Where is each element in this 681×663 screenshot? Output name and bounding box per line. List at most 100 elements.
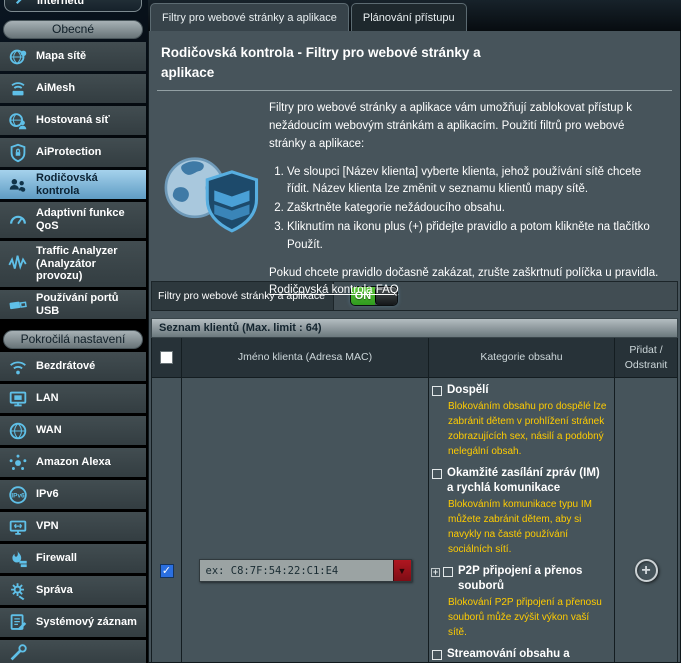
sidebar-item-aimesh[interactable]: AiMesh: [0, 74, 146, 103]
client-mac-combobox: ▼: [199, 559, 412, 582]
sidebar-item-label: Firewall: [36, 552, 77, 565]
category-label: P2P připojení a přenos souborů: [458, 564, 608, 594]
alexa-icon: [7, 452, 29, 474]
category-adult-checkbox[interactable]: [432, 386, 442, 396]
main-area: Filtry pro webové stránky a aplikace Plá…: [148, 0, 681, 663]
sidebar-item-label: Mapa sítě: [36, 50, 86, 63]
sidebar-item-vpn[interactable]: VPN: [0, 512, 146, 541]
sidebar-item-administration[interactable]: Správa: [0, 576, 146, 605]
vpn-icon: [7, 516, 29, 538]
table-header-row: Jméno klienta (Adresa MAC) Kategorie obs…: [152, 338, 677, 378]
sidebar-item-partial[interactable]: [0, 640, 146, 663]
sidebar-item-alexa[interactable]: Amazon Alexa: [0, 448, 146, 477]
tools-icon: [7, 642, 29, 663]
waveform-icon: [7, 253, 29, 275]
category-p2p: + P2P připojení a přenos souborů Blokován…: [432, 564, 608, 640]
client-dropdown-button[interactable]: ▼: [393, 560, 411, 581]
usb-icon: [7, 294, 29, 316]
intro-text: Filtry pro webové stránky a aplikace vám…: [269, 100, 664, 153]
sidebar-item-label: Používání portů USB: [36, 292, 142, 317]
sidebar-item-label: IPv6: [36, 488, 59, 501]
sidebar-item-network-map[interactable]: Mapa sítě: [0, 42, 146, 71]
sidebar-item-label: Adaptivní funkce QoS: [36, 207, 142, 232]
step-3: Kliknutím na ikonu plus (+) přidejte pra…: [287, 219, 664, 255]
sidebar-item-label: AiMesh: [36, 82, 75, 95]
category-label: Dospělí: [447, 383, 489, 398]
category-description: Blokováním komunikace typu IM můžete zab…: [448, 497, 608, 557]
client-mac-input[interactable]: [200, 560, 393, 581]
wrench-icon: [13, 0, 31, 7]
select-all-checkbox[interactable]: [160, 351, 173, 364]
category-p2p-checkbox[interactable]: [443, 567, 453, 577]
tab-web-app-filters[interactable]: Filtry pro webové stránky a aplikace: [150, 3, 349, 31]
sidebar-item-label: Systémový záznam: [36, 616, 137, 629]
sidebar-item-label: AiProtection: [36, 146, 101, 159]
section-title-advanced: Pokročilá nastavení: [3, 330, 143, 349]
shield-lock-icon: [7, 142, 29, 164]
category-label: Okamžité zasílání zpráv (IM) a rychlá ko…: [447, 466, 608, 496]
sidebar-item-wan[interactable]: WAN: [0, 416, 146, 445]
page-title: Rodičovská kontrola - Filtry pro webové …: [149, 31, 549, 90]
sidebar-item-label: Traffic Analyzer (Analyzátor provozu): [36, 245, 142, 283]
mesh-router-icon: [7, 78, 29, 100]
category-im-checkbox[interactable]: [432, 469, 442, 479]
wifi-icon: [7, 356, 29, 378]
content-panel: Rodičovská kontrola - Filtry pro webové …: [148, 31, 681, 663]
category-label: Streamování obsahu a multimediální zábav…: [447, 647, 608, 663]
tab-access-scheduling[interactable]: Plánování přístupu: [351, 3, 467, 31]
description-block: Filtry pro webové stránky a aplikace vám…: [149, 91, 680, 279]
sidebar-item-aiprotection[interactable]: AiProtection: [0, 138, 146, 167]
sidebar-item-qos[interactable]: Adaptivní funkce QoS: [0, 202, 146, 238]
sidebar-item-traffic-analyzer[interactable]: Traffic Analyzer (Analyzátor provozu): [0, 241, 146, 287]
gauge-icon: [7, 209, 29, 231]
sidebar-item-label: VPN: [36, 520, 59, 533]
sidebar-item-ipv6[interactable]: IPv6: [0, 480, 146, 509]
client-list-title: Seznam klientů (Max. limit : 64): [151, 318, 678, 338]
tab-bar: Filtry pro webové stránky a aplikace Plá…: [148, 0, 681, 31]
sidebar-item-firewall[interactable]: Firewall: [0, 544, 146, 573]
sidebar-item-lan[interactable]: LAN: [0, 384, 146, 413]
sidebar-item-parental-control[interactable]: Rodičovská kontrola: [0, 170, 146, 199]
instruction-steps: Ve sloupci [Název klienta] vyberte klien…: [269, 164, 664, 255]
rule-enabled-checkbox[interactable]: ✓: [160, 564, 174, 578]
faq-link[interactable]: Rodičovská kontrola FAQ: [269, 284, 399, 296]
table-entry-row: ✓ ▼ Dospělí Blokováním obsahu pro dospěl…: [152, 378, 677, 663]
dropdown-arrow-icon: ▼: [398, 566, 407, 576]
parental-control-icon: [7, 174, 29, 196]
gear-icon: [7, 580, 29, 602]
sidebar-item-label: LAN: [36, 392, 59, 405]
sidebar-item-label: Hostovaná síť: [36, 114, 110, 127]
select-all-cell: [152, 338, 182, 378]
column-client-name: Jméno klienta (Adresa MAC): [182, 338, 429, 378]
sidebar-item-label: Amazon Alexa: [36, 456, 111, 469]
network-map-icon: [7, 46, 29, 68]
log-icon: [7, 612, 29, 634]
add-rule-button[interactable]: +: [635, 559, 658, 582]
sidebar-item-system-log[interactable]: Systémový záznam: [0, 608, 146, 637]
step-2: Zaškrtněte kategorie nežádoucího obsahu.: [287, 200, 664, 218]
sidebar-item-label: WAN: [36, 424, 62, 437]
tree-expand-icon[interactable]: +: [431, 568, 440, 577]
add-remove-cell: +: [615, 378, 677, 663]
sidebar-item-label: Správa: [36, 584, 73, 597]
sidebar-item-wireless[interactable]: Bezdrátové: [0, 352, 146, 381]
quick-internet-setup-button[interactable]: Internetu: [4, 0, 142, 12]
flame-icon: [7, 548, 29, 570]
sidebar-item-usb[interactable]: Používání portů USB: [0, 290, 146, 319]
step-1: Ve sloupci [Název klienta] vyberte klien…: [287, 164, 664, 200]
category-description: Blokování P2P připojení a přenosu soubor…: [448, 595, 608, 640]
lan-icon: [7, 388, 29, 410]
category-adult: Dospělí Blokováním obsahu pro dospělé lz…: [432, 383, 608, 459]
ipv6-icon: [7, 484, 29, 506]
guest-network-icon: [7, 110, 29, 132]
category-streaming-checkbox[interactable]: [432, 650, 442, 660]
column-content-category: Kategorie obsahu: [429, 338, 615, 378]
router-admin-page: Internetu Obecné Mapa sítě AiMesh Hostov…: [0, 0, 681, 663]
sidebar-item-label: Rodičovská kontrola: [36, 172, 142, 197]
rule-enabled-cell: ✓: [152, 378, 182, 663]
category-im: Okamžité zasílání zpráv (IM) a rychlá ko…: [432, 466, 608, 557]
category-streaming: Streamování obsahu a multimediální zábav…: [432, 647, 608, 663]
category-description: Blokováním obsahu pro dospělé lze zabrán…: [448, 399, 608, 459]
sidebar-item-guest-network[interactable]: Hostovaná síť: [0, 106, 146, 135]
content-categories-cell: Dospělí Blokováním obsahu pro dospělé lz…: [429, 378, 615, 663]
